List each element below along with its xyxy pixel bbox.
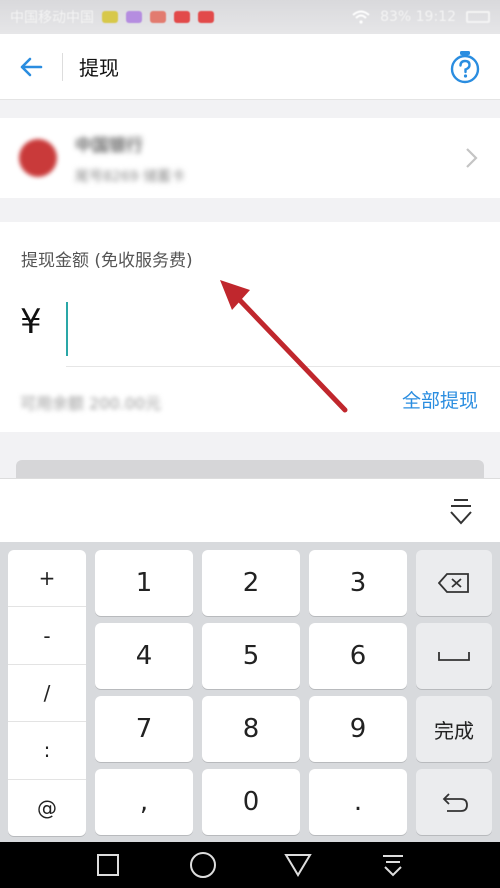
key-4[interactable]: 4	[95, 623, 193, 689]
hide-keyboard-icon[interactable]	[448, 497, 474, 527]
key-comma[interactable]: ,	[95, 769, 193, 835]
key-at[interactable]: @	[8, 780, 86, 836]
done-key[interactable]: 完成	[416, 696, 492, 762]
key-period[interactable]: .	[309, 769, 407, 835]
backspace-icon	[438, 573, 469, 593]
recent-apps-button[interactable]	[92, 849, 124, 881]
key-9[interactable]: 9	[309, 696, 407, 762]
circle-icon	[189, 852, 216, 878]
key-slash[interactable]: /	[8, 665, 86, 723]
system-nav-bar	[0, 842, 500, 888]
return-icon	[442, 793, 468, 812]
key-0[interactable]: 0	[202, 769, 300, 835]
pull-down-icon	[382, 855, 403, 877]
space-icon	[438, 652, 470, 661]
symbol-column: + - / : @	[8, 550, 86, 836]
home-button[interactable]	[187, 849, 219, 881]
key-7[interactable]: 7	[95, 696, 193, 762]
key-colon[interactable]: :	[8, 722, 86, 780]
triangle-icon	[283, 854, 312, 877]
key-2[interactable]: 2	[202, 550, 300, 616]
key-3[interactable]: 3	[309, 550, 407, 616]
backspace-key[interactable]	[416, 550, 492, 616]
keyboard-toolbar	[0, 478, 500, 542]
key-1[interactable]: 1	[95, 550, 193, 616]
key-6[interactable]: 6	[309, 623, 407, 689]
square-icon	[96, 854, 119, 876]
key-minus[interactable]: -	[8, 607, 86, 665]
back-nav-button[interactable]	[282, 849, 314, 881]
key-plus[interactable]: +	[8, 550, 86, 608]
key-5[interactable]: 5	[202, 623, 300, 689]
notification-pull-button[interactable]	[377, 849, 409, 881]
space-key[interactable]	[416, 623, 492, 689]
key-8[interactable]: 8	[202, 696, 300, 762]
numeric-keyboard: + - / : @ 1 2 3 4 5 6 7 8 9 完成 , 0 .	[0, 542, 500, 842]
return-key[interactable]	[416, 769, 492, 835]
